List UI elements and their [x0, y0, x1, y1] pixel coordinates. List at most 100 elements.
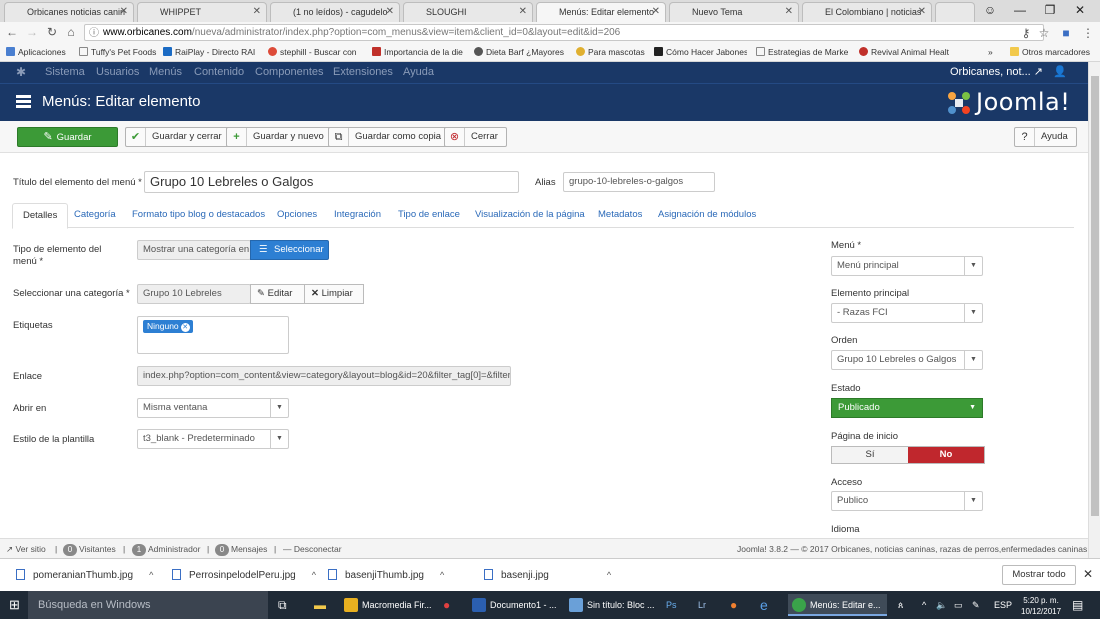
clear-category-button[interactable]: ✕ Limpiar	[304, 284, 364, 304]
bookmark-item[interactable]: Para mascotas	[576, 46, 646, 60]
bookmark-item[interactable]: Revival Animal Healt	[859, 46, 954, 60]
save-button[interactable]: ✎ Guardar	[17, 127, 118, 147]
close-tab-icon[interactable]: ✕	[918, 3, 926, 21]
windows-search-input[interactable]: Búsqueda en Windows	[28, 591, 268, 619]
key-icon[interactable]: ⚷	[1018, 25, 1034, 41]
save-new-button[interactable]: + Guardar y nuevo	[226, 127, 333, 147]
pen-icon[interactable]: ✎	[972, 591, 980, 619]
bookmark-item[interactable]: stephill - Buscar con	[268, 46, 360, 60]
app-pinned-icon[interactable]: ●	[443, 591, 450, 619]
parent-item-select[interactable]: - Razas FCI ▼	[831, 303, 983, 323]
menu-extensiones[interactable]: Extensiones	[333, 65, 393, 80]
language-indicator[interactable]: ESP	[994, 591, 1012, 619]
download-item[interactable]: pomeranianThumb.jpg ^	[16, 569, 153, 581]
bookmark-item[interactable]: Cómo Hacer Jabones	[654, 46, 747, 60]
close-downloads-icon[interactable]: ✕	[1083, 567, 1093, 581]
save-close-button[interactable]: ✔ Guardar y cerrar	[125, 127, 231, 147]
menu-ayuda[interactable]: Ayuda	[403, 65, 434, 80]
notifications-icon[interactable]: ▤	[1072, 591, 1083, 619]
close-window-icon[interactable]: ✕	[1065, 0, 1095, 22]
reload-icon[interactable]: ↻	[44, 24, 60, 40]
administrator-status[interactable]: 1 Administrador	[132, 539, 200, 559]
tab-metadatos[interactable]: Metadatos	[598, 209, 642, 220]
forward-icon[interactable]: →	[24, 24, 40, 40]
browser-tab[interactable]: SLOUGHI ✕	[403, 2, 533, 22]
url-input[interactable]: ⓘ www.orbicanes.com/nueva/administrator/…	[84, 24, 1044, 41]
template-style-select[interactable]: t3_blank - Predeterminado ▼	[137, 429, 289, 449]
page-scrollbar[interactable]	[1088, 62, 1100, 558]
menu-menus[interactable]: Menús	[149, 65, 182, 80]
visitors-status[interactable]: 0 Visitantes	[63, 539, 116, 559]
access-select[interactable]: Publico ▼	[831, 491, 983, 511]
download-item[interactable]: basenjiThumb.jpg ^	[328, 569, 444, 581]
edit-category-button[interactable]: ✎ Editar	[250, 284, 305, 304]
tab-visualizacion[interactable]: Visualización de la página	[475, 209, 585, 220]
home-no-option[interactable]: No	[908, 447, 984, 463]
photoshop-icon[interactable]: Ps	[666, 591, 677, 619]
menu-contenido[interactable]: Contenido	[194, 65, 244, 80]
bookmark-item[interactable]: Estrategias de Marke	[756, 46, 849, 60]
title-input[interactable]: Grupo 10 Lebreles o Galgos	[144, 171, 519, 193]
tab-tipo-enlace[interactable]: Tipo de enlace	[398, 209, 460, 220]
show-all-downloads-button[interactable]: Mostrar todo	[1002, 565, 1076, 585]
windows-start-icon[interactable]: ⊞	[9, 591, 20, 619]
close-tab-icon[interactable]: ✕	[386, 3, 394, 21]
back-icon[interactable]: ←	[4, 24, 20, 40]
menu-componentes[interactable]: Componentes	[255, 65, 324, 80]
view-site-link[interactable]: ↗ Ver sitio	[6, 539, 46, 559]
chevron-up-icon[interactable]: ^	[607, 570, 611, 580]
open-in-select[interactable]: Misma ventana ▼	[137, 398, 289, 418]
alias-input[interactable]: grupo-10-lebreles-o-galgos	[563, 172, 715, 192]
order-select[interactable]: Grupo 10 Lebreles o Galgos ▼	[831, 350, 983, 370]
tab-formato-blog[interactable]: Formato tipo blog o destacados	[132, 209, 265, 220]
taskbar-app[interactable]: Documento1 - ...	[468, 594, 563, 616]
taskbar-app-active[interactable]: Menús: Editar e...	[788, 594, 887, 616]
other-bookmarks-folder[interactable]: Otros marcadores	[1010, 46, 1098, 60]
select-type-button[interactable]: ☰ Seleccionar	[250, 240, 329, 260]
state-select[interactable]: Publicado ▼	[831, 398, 983, 418]
tab-asignacion-modulos[interactable]: Asignación de módulos	[658, 209, 756, 220]
joomla-small-logo-icon[interactable]: ✱	[16, 65, 26, 80]
tags-input[interactable]: Ninguno ✕	[137, 316, 289, 354]
home-yes-option[interactable]: Sí	[832, 447, 908, 463]
internet-explorer-icon[interactable]: e	[760, 591, 768, 619]
bookmark-star-icon[interactable]: ☆	[1036, 25, 1052, 41]
volume-icon[interactable]: 🔈	[936, 591, 947, 619]
restore-icon[interactable]: ❐	[1035, 0, 1065, 22]
tab-opciones[interactable]: Opciones	[277, 209, 317, 220]
close-tab-icon[interactable]: ✕	[785, 3, 793, 21]
tag-chip[interactable]: Ninguno ✕	[143, 320, 193, 333]
file-explorer-icon[interactable]: ▬	[314, 591, 326, 619]
chevron-up-icon[interactable]: ^	[149, 570, 153, 580]
bookmarks-overflow-button[interactable]: »	[988, 46, 1002, 60]
browser-tab-active[interactable]: Menús: Editar elemento ✕	[536, 2, 666, 23]
taskbar-app[interactable]: Sin título: Bloc ...	[565, 594, 661, 616]
new-tab-button[interactable]	[935, 2, 975, 22]
taskbar-app[interactable]: Macromedia Fir...	[340, 594, 438, 616]
menu-sistema[interactable]: Sistema	[45, 65, 85, 80]
logout-link[interactable]: — Desconectar	[283, 539, 342, 559]
site-link[interactable]: Orbicanes, not... ↗	[950, 65, 1043, 80]
tab-categoria[interactable]: Categoría	[74, 209, 116, 220]
user-menu-icon[interactable]: 👤	[1053, 65, 1067, 80]
extension-icon[interactable]: ■	[1058, 25, 1074, 41]
bookmark-item[interactable]: Importancia de la die	[372, 46, 467, 60]
close-tab-icon[interactable]: ✕	[519, 3, 527, 21]
scrollbar-thumb[interactable]	[1091, 76, 1099, 516]
help-button[interactable]: ? Ayuda	[1014, 127, 1077, 147]
close-button[interactable]: ⊗ Cerrar	[444, 127, 507, 147]
info-icon[interactable]: ⓘ	[89, 26, 99, 40]
lightroom-icon[interactable]: Lr	[698, 591, 706, 619]
home-icon[interactable]: ⌂	[63, 24, 79, 40]
browser-tab[interactable]: El Colombiano | noticias ✕	[802, 2, 932, 22]
minimize-icon[interactable]: —	[1005, 0, 1035, 22]
close-tab-icon[interactable]: ✕	[652, 3, 660, 21]
save-copy-button[interactable]: ⧉ Guardar como copia	[328, 127, 451, 147]
browser-tab[interactable]: WHIPPET ✕	[137, 2, 267, 22]
chrome-menu-icon[interactable]: ⋮	[1080, 25, 1096, 41]
browser-tab[interactable]: Nuevo Tema ✕	[669, 2, 799, 22]
bookmark-item[interactable]: Dieta Barf ¿Mayores	[474, 46, 566, 60]
clock[interactable]: 5:20 p. m. 10/12/2017	[1021, 595, 1061, 617]
bookmark-item[interactable]: Tuffy's Pet Foods	[79, 46, 159, 60]
chevron-up-icon[interactable]: ^	[312, 570, 316, 580]
